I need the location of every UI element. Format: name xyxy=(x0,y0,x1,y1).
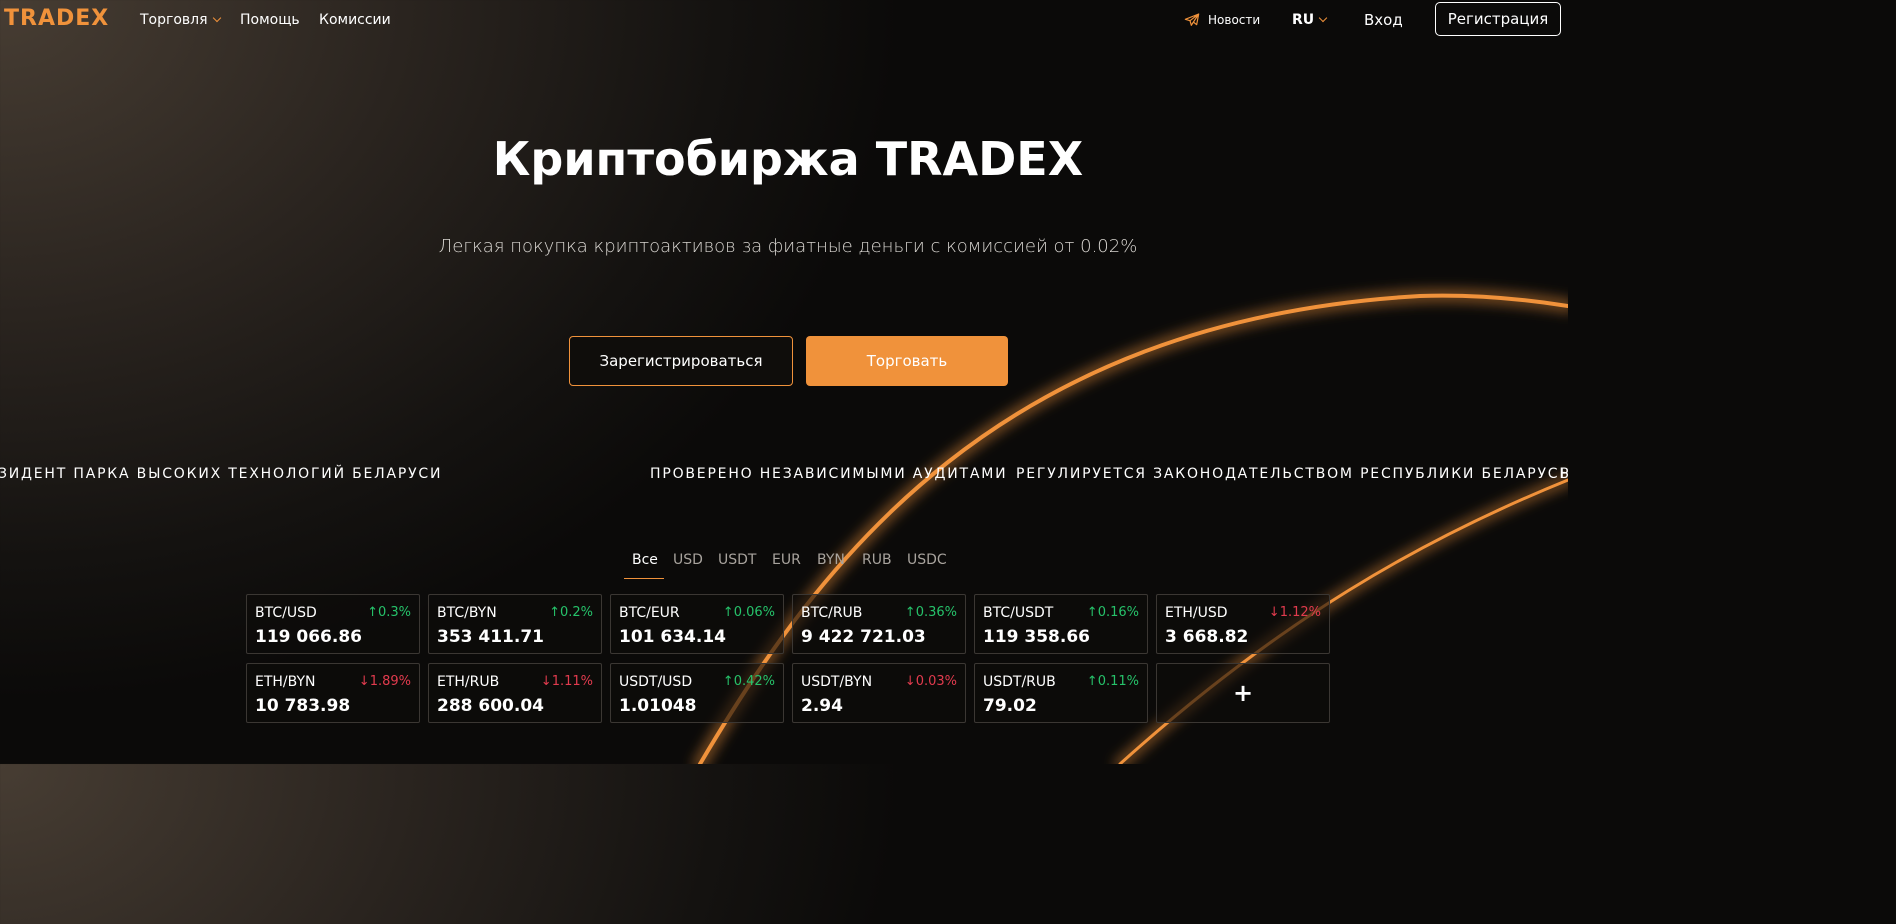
tab-usd[interactable]: USD xyxy=(673,552,703,568)
market-price: 101 634.14 xyxy=(619,627,727,647)
tab-rub[interactable]: RUB xyxy=(862,552,892,568)
register-button[interactable]: Регистрация xyxy=(1435,2,1561,36)
market-card[interactable]: ETH/USD ↓1.12% 3 668.82 xyxy=(1156,594,1330,654)
news-label: Новости xyxy=(1208,13,1261,27)
market-change: ↑0.16% xyxy=(1086,605,1139,620)
market-change: ↑0.42% xyxy=(722,674,775,689)
market-card[interactable]: BTC/RUB ↑0.36% 9 422 721.03 xyxy=(792,594,966,654)
nav-help-link[interactable]: Помощь xyxy=(240,12,300,28)
market-pair: BTC/RUB xyxy=(801,605,863,621)
market-pair: USDT/BYN xyxy=(801,674,873,690)
tradex-logo[interactable]: TRADEX xyxy=(4,6,109,31)
market-price: 2.94 xyxy=(801,696,843,716)
market-pair: BTC/USD xyxy=(255,605,317,621)
market-card[interactable]: BTC/BYN ↑0.2% 353 411.71 xyxy=(428,594,602,654)
market-card[interactable]: ETH/BYN ↓1.89% 10 783.98 xyxy=(246,663,420,723)
news-link[interactable]: Новости xyxy=(1184,12,1260,28)
market-price: 3 668.82 xyxy=(1165,627,1249,647)
tab-byn[interactable]: BYN xyxy=(817,552,845,568)
market-change: ↑0.11% xyxy=(1086,674,1139,689)
marquee-item-partial: Р xyxy=(1560,466,1571,482)
market-price: 119 358.66 xyxy=(983,627,1091,647)
market-change: ↓1.11% xyxy=(540,674,593,689)
add-market-button[interactable]: + xyxy=(1156,663,1330,723)
chevron-down-icon xyxy=(1318,13,1328,23)
marquee-item-regulation: РЕГУЛИРУЕТСЯ ЗАКОНОДАТЕЛЬСТВОМ РЕСПУБЛИК… xyxy=(1016,466,1571,482)
active-tab-indicator xyxy=(624,578,664,579)
market-price: 119 066.86 xyxy=(255,627,363,647)
market-pair: USDT/USD xyxy=(619,674,693,690)
market-price: 9 422 721.03 xyxy=(801,627,926,647)
market-change: ↓1.89% xyxy=(358,674,411,689)
market-price: 353 411.71 xyxy=(437,627,545,647)
language-selector[interactable]: RU xyxy=(1292,12,1328,28)
login-link[interactable]: Вход xyxy=(1364,11,1403,29)
market-card[interactable]: BTC/USD ↑0.3% 119 066.86 xyxy=(246,594,420,654)
market-card[interactable]: USDT/BYN ↓0.03% 2.94 xyxy=(792,663,966,723)
market-card[interactable]: USDT/RUB ↑0.11% 79.02 xyxy=(974,663,1148,723)
market-change: ↓0.03% xyxy=(904,674,957,689)
hero-trade-button[interactable]: Торговать xyxy=(806,336,1008,386)
hero-subtitle: Легкая покупка криптоактивов за фиатные … xyxy=(438,236,1138,257)
market-pair: ETH/BYN xyxy=(255,674,316,690)
language-label: RU xyxy=(1292,12,1315,28)
hero-title: Криптобиржа TRADEX xyxy=(492,132,1084,186)
market-pair: BTC/EUR xyxy=(619,605,680,621)
market-pair: BTC/USDT xyxy=(983,605,1054,621)
telegram-paper-plane-icon xyxy=(1184,13,1200,26)
market-price: 10 783.98 xyxy=(255,696,351,716)
market-change: ↑0.3% xyxy=(367,605,411,620)
chevron-down-icon xyxy=(212,13,221,23)
market-card[interactable]: BTC/USDT ↑0.16% 119 358.66 xyxy=(974,594,1148,654)
tab-usdt[interactable]: USDT xyxy=(718,552,756,568)
market-price: 1.01048 xyxy=(619,696,697,716)
market-pair: ETH/RUB xyxy=(437,674,500,690)
market-change: ↑0.2% xyxy=(549,605,593,620)
tab-eur[interactable]: EUR xyxy=(772,552,801,568)
market-pair: USDT/RUB xyxy=(983,674,1056,690)
nav-trade-dropdown[interactable]: Торговля xyxy=(140,12,221,28)
marquee-item-audits: ПРОВЕРЕНО НЕЗАВИСИМЫМИ АУДИТАМИ xyxy=(650,466,1008,482)
market-pair: BTC/BYN xyxy=(437,605,497,621)
market-change: ↑0.36% xyxy=(904,605,957,620)
nav-trade-label: Торговля xyxy=(140,12,208,28)
hero-register-button[interactable]: Зарегистрироваться xyxy=(569,336,793,386)
market-change: ↑0.06% xyxy=(722,605,775,620)
market-change: ↓1.12% xyxy=(1268,605,1321,620)
market-card[interactable]: USDT/USD ↑0.42% 1.01048 xyxy=(610,663,784,723)
market-price: 79.02 xyxy=(983,696,1037,716)
tab-usdc[interactable]: USDC xyxy=(907,552,947,568)
market-price: 288 600.04 xyxy=(437,696,545,716)
marquee-item-hitech-park: ЗИДЕНТ ПАРКА ВЫСОКИХ ТЕХНОЛОГИЙ БЕЛАРУСИ xyxy=(0,466,443,482)
market-card[interactable]: BTC/EUR ↑0.06% 101 634.14 xyxy=(610,594,784,654)
nav-fees-link[interactable]: Комиссии xyxy=(319,12,391,28)
market-card[interactable]: ETH/RUB ↓1.11% 288 600.04 xyxy=(428,663,602,723)
tab-all[interactable]: Все xyxy=(632,552,658,568)
market-pair: ETH/USD xyxy=(1165,605,1228,621)
top-navigation: TRADEX Торговля Помощь Комиссии Новости … xyxy=(0,0,1568,44)
